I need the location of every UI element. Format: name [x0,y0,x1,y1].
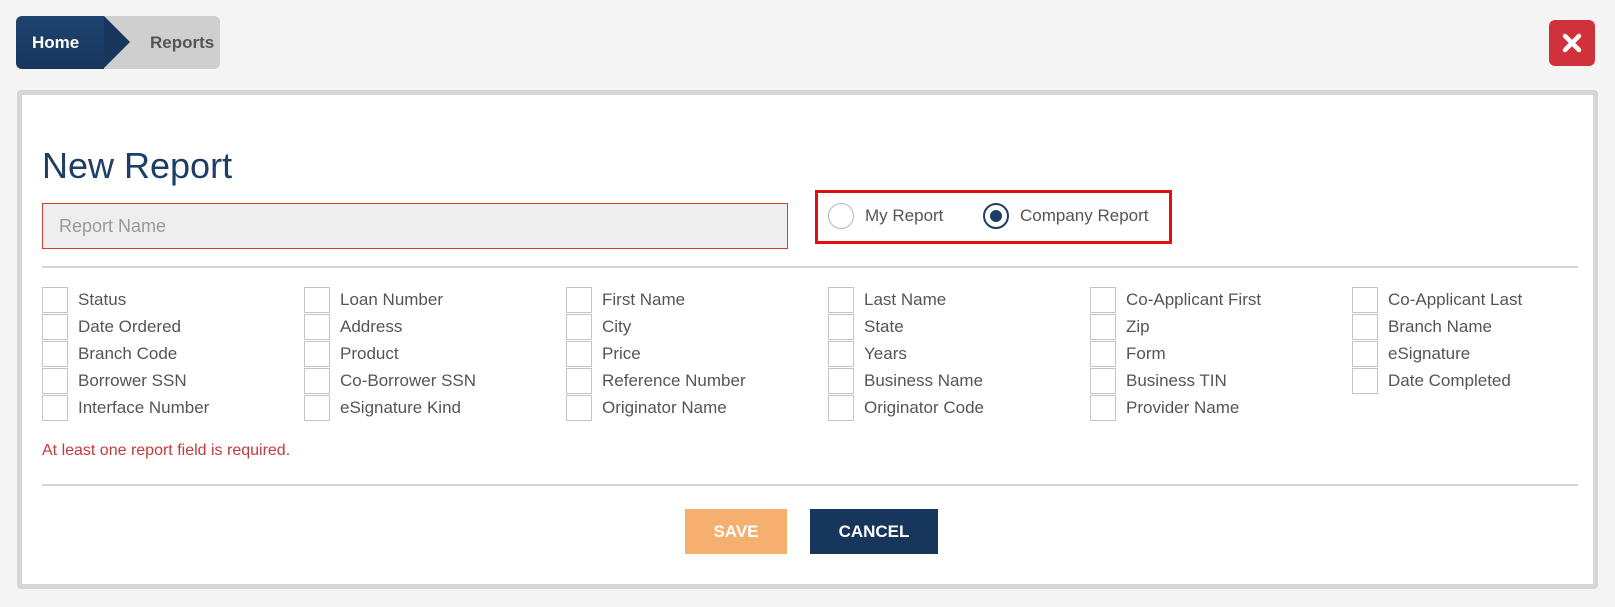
checkbox[interactable] [304,286,330,313]
field-business-name[interactable]: Business Name [828,367,983,394]
field-interface-number[interactable]: Interface Number [42,394,209,421]
field-esignature-kind[interactable]: eSignature Kind [304,394,461,421]
divider [42,266,1578,268]
checkbox[interactable] [566,286,592,313]
radio-label: Company Report [1020,206,1149,225]
field-product[interactable]: Product [304,340,399,367]
company-report-radio[interactable]: Company Report [983,203,1149,229]
checkbox[interactable] [1090,286,1116,313]
checkbox[interactable] [1352,313,1378,340]
checkbox[interactable] [1090,340,1116,367]
checkbox[interactable] [828,394,854,421]
checkbox[interactable] [42,340,68,367]
report-name-input[interactable] [42,203,788,249]
field-borrower-ssn[interactable]: Borrower SSN [42,367,187,394]
field-reference-number[interactable]: Reference Number [566,367,746,394]
field-date-completed[interactable]: Date Completed [1352,367,1511,394]
checkbox[interactable] [304,340,330,367]
close-x-icon [1562,33,1582,53]
checkbox[interactable] [304,394,330,421]
cancel-button[interactable]: CANCEL [810,509,938,554]
validation-error: At least one report field is required. [42,442,291,459]
checkbox[interactable] [42,394,68,421]
checkbox[interactable] [566,394,592,421]
field-form[interactable]: Form [1090,340,1166,367]
checkbox[interactable] [828,340,854,367]
checkbox[interactable] [1090,367,1116,394]
field-address[interactable]: Address [304,313,402,340]
field-originator-code[interactable]: Originator Code [828,394,984,421]
checkbox[interactable] [566,313,592,340]
radio-checked-icon [983,203,1009,229]
new-report-card: New Report My Report Company Report Stat… [17,90,1598,589]
page-title: New Report [42,145,233,186]
field-co-applicant-last[interactable]: Co-Applicant Last [1352,286,1522,313]
checkbox[interactable] [304,313,330,340]
field-years[interactable]: Years [828,340,907,367]
radio-label: My Report [865,206,944,225]
save-button[interactable]: SAVE [685,509,787,554]
checkbox[interactable] [42,367,68,394]
field-esignature[interactable]: eSignature [1352,340,1470,367]
report-type-group: My Report Company Report [815,190,1172,244]
field-first-name[interactable]: First Name [566,286,685,313]
field-zip[interactable]: Zip [1090,313,1150,340]
field-originator-name[interactable]: Originator Name [566,394,727,421]
field-branch-code[interactable]: Branch Code [42,340,177,367]
breadcrumb-home-link[interactable]: Home [16,16,104,69]
field-date-ordered[interactable]: Date Ordered [42,313,181,340]
checkbox[interactable] [1090,394,1116,421]
field-provider-name[interactable]: Provider Name [1090,394,1239,421]
breadcrumb: Home Reports [16,16,220,69]
checkbox[interactable] [1352,340,1378,367]
field-loan-number[interactable]: Loan Number [304,286,443,313]
checkbox[interactable] [566,340,592,367]
field-last-name[interactable]: Last Name [828,286,946,313]
field-status[interactable]: Status [42,286,126,313]
breadcrumb-arrow [104,16,130,68]
my-report-radio[interactable]: My Report [828,203,943,229]
field-city[interactable]: City [566,313,631,340]
field-co-borrower-ssn[interactable]: Co-Borrower SSN [304,367,476,394]
checkbox[interactable] [42,286,68,313]
field-price[interactable]: Price [566,340,641,367]
radio-unchecked-icon [828,203,854,229]
field-branch-name[interactable]: Branch Name [1352,313,1492,340]
field-co-applicant-first[interactable]: Co-Applicant First [1090,286,1261,313]
checkbox[interactable] [828,367,854,394]
checkbox[interactable] [828,313,854,340]
checkbox[interactable] [1090,313,1116,340]
field-business-tin[interactable]: Business TIN [1090,367,1227,394]
field-state[interactable]: State [828,313,904,340]
checkbox[interactable] [566,367,592,394]
divider [42,484,1578,486]
breadcrumb-current: Reports [150,32,215,52]
report-fields-grid: Status Date Ordered Branch Code Borrower… [42,286,1602,421]
checkbox[interactable] [304,367,330,394]
checkbox[interactable] [42,313,68,340]
close-button[interactable] [1549,20,1595,66]
checkbox[interactable] [828,286,854,313]
checkbox[interactable] [1352,367,1378,394]
checkbox[interactable] [1352,286,1378,313]
